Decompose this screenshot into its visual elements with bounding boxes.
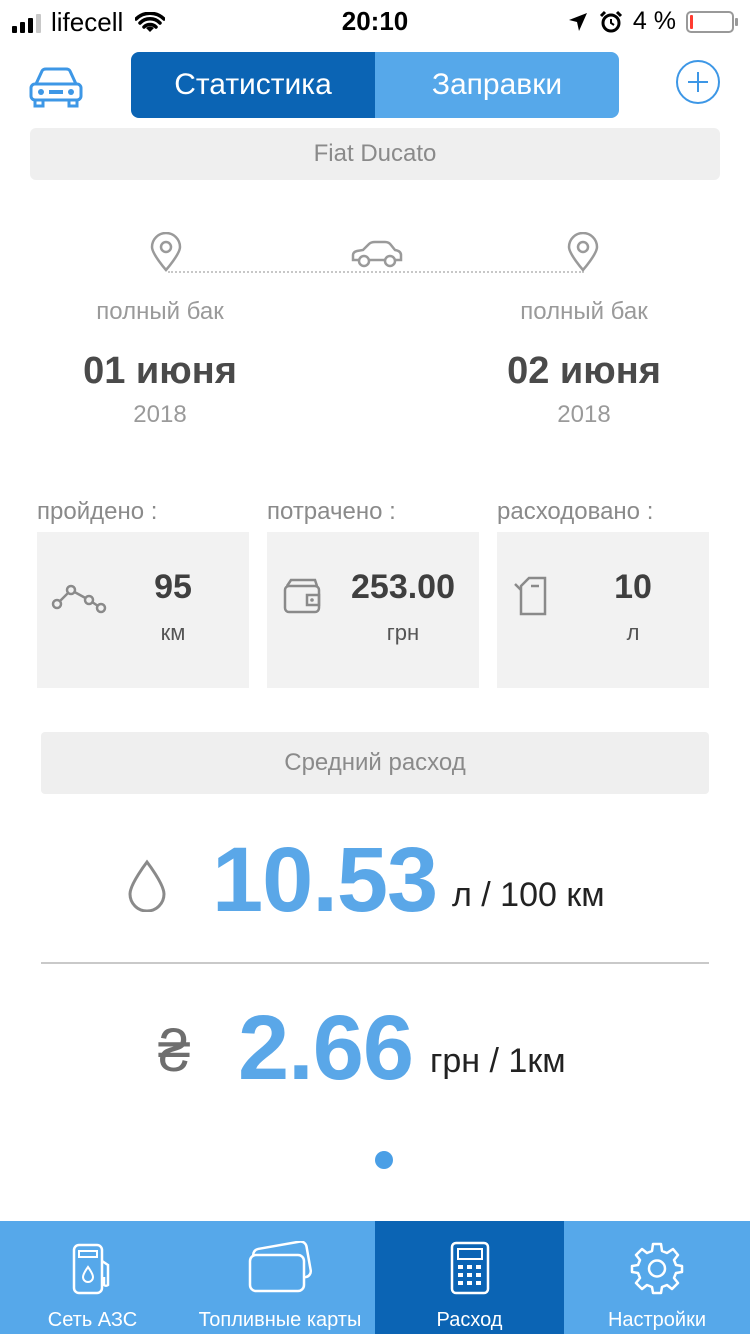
cost-per-km-unit: грн / 1км [430,1042,566,1080]
alarm-icon [599,10,622,32]
tab-label: Настройки [607,1309,707,1331]
tab-label: Расход [436,1309,503,1331]
battery-level [690,14,693,29]
average-consumption-header: Средний расход [41,732,709,794]
consumed-value: 10 [614,568,652,606]
fuel-consumption-unit: л / 100 км [452,876,605,914]
cost-per-km-value: 2.66 [238,997,414,1099]
divider [41,962,709,964]
tab-label: Сеть АЗС [47,1309,138,1331]
plus-circle-icon[interactable] [676,60,720,104]
spent-label: потрачено : [267,498,396,525]
start-label: полный бак [96,298,224,325]
calculator-icon [450,1241,489,1295]
tab-settings[interactable]: Настройки [564,1221,750,1334]
end-date: 02 июня [507,350,661,392]
distance-value: 95 [154,568,192,606]
fuel-drop-icon [128,859,166,912]
location-arrow-icon [568,12,587,31]
tab-bar: Сеть АЗС Топливные карты Расход Настройк… [0,1221,750,1334]
spent-value: 253.00 [351,568,455,606]
start-date: 01 июня [83,350,237,392]
gas-station-icon [72,1243,109,1295]
battery-icon [686,10,738,33]
tab-fuel-cards[interactable]: Топливные карты [185,1221,375,1334]
end-year: 2018 [557,401,611,428]
tab-statistics[interactable]: Статистика [131,52,375,118]
spent-card: 253.00 грн [267,532,479,688]
location-pin-icon [150,232,182,272]
route-line [168,271,584,273]
tab-consumption[interactable]: Расход [375,1221,564,1334]
gear-icon [630,1242,684,1295]
segmented-control: Статистика Заправки [131,52,619,118]
vehicle-selector[interactable]: Fiat Ducato [30,128,720,180]
spent-unit: грн [386,620,420,645]
car-icon[interactable] [28,66,84,108]
status-bar: lifecell 20:10 4 % [0,0,750,40]
location-pin-icon [567,232,599,272]
consumed-label: расходовано : [497,498,654,525]
start-year: 2018 [133,401,187,428]
fuel-consumption-value: 10.53 [212,829,438,931]
consumed-unit: л [626,620,640,645]
battery-percent: 4 % [632,7,676,35]
distance-unit: км [160,620,186,645]
distance-label: пройдено : [37,498,158,525]
tab-label: Топливные карты [198,1309,362,1331]
consumed-card: 10 л [497,532,709,688]
end-label: полный бак [520,298,648,325]
page-indicator[interactable] [375,1151,393,1169]
tab-refuelings[interactable]: Заправки [375,52,619,118]
car-icon [351,240,403,268]
hryvnia-icon: ₴ [158,1019,191,1084]
tab-gas-stations[interactable]: Сеть АЗС [0,1221,185,1334]
distance-card: 95 км [37,532,249,688]
fuel-cards-icon [248,1241,313,1293]
